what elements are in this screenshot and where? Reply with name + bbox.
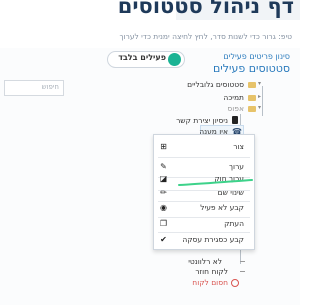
filter-link[interactable]: סינון פריטים פעילים xyxy=(223,52,290,61)
edit-icon: ✎ xyxy=(160,162,167,171)
menu-item-rename[interactable]: ✏ שינוי שם xyxy=(154,185,254,201)
menu-item-label: קבע לא פעיל xyxy=(200,203,244,212)
search-input[interactable]: חיפוש xyxy=(4,80,64,96)
copy-icon: ❐ xyxy=(159,219,168,228)
toggle-label: פעילים בלבד xyxy=(118,53,166,62)
tree-connector xyxy=(240,271,245,272)
plus-box-icon: ⊞ xyxy=(160,142,167,151)
menu-item-copy[interactable]: ❐ העתק xyxy=(154,216,254,232)
folder-icon xyxy=(248,82,256,88)
block-icon xyxy=(231,279,239,287)
tree-node-folder[interactable]: תמיכה xyxy=(223,93,244,102)
menu-item-label: שינוי שם xyxy=(217,188,244,197)
check-circle-icon: ✔ xyxy=(160,235,167,244)
tree-node-folder[interactable]: אפוס xyxy=(227,104,244,113)
section-title: סטטוסים פעילים xyxy=(212,62,290,75)
menu-separator xyxy=(158,157,250,158)
menu-item-label: קבע כסגירת עסקה xyxy=(182,235,244,244)
collapse-icon[interactable]: ▾ xyxy=(258,104,261,111)
menu-item-create[interactable]: ⊞ צור xyxy=(154,139,254,155)
folder-icon xyxy=(248,95,256,101)
tree-node-returning-customer[interactable]: לקוח חוזר xyxy=(195,267,228,276)
tree-connector xyxy=(240,261,245,262)
toggle-knob xyxy=(168,53,181,66)
phone-icon xyxy=(232,116,238,124)
pencil-icon: ✏ xyxy=(160,188,167,197)
eye-off-icon: ◉ xyxy=(160,203,167,212)
context-menu: ⊞ צור ✎ ערוך ◪ ערוך חוק ✏ שינוי שם ◉ קבע… xyxy=(153,134,255,250)
edit-rule-icon: ◪ xyxy=(159,174,168,183)
menu-item-set-inactive[interactable]: ◉ קבע לא פעיל xyxy=(154,200,254,216)
page-title: דף ניהול סטטוסים xyxy=(117,0,294,18)
expand-icon[interactable]: ▸ xyxy=(258,93,261,100)
active-only-toggle[interactable]: פעילים בלבד xyxy=(107,51,185,68)
menu-item-label: העתק xyxy=(224,219,244,228)
highlight-stroke xyxy=(178,179,253,186)
menu-item-label: צור xyxy=(233,142,244,151)
collapse-icon[interactable]: ▾ xyxy=(258,80,261,87)
tree-connector xyxy=(262,86,263,116)
menu-item-label: ערוך xyxy=(229,162,244,171)
page-subtitle: טיפ: גרור כדי לשנות סדר, לחץ לחיצה ימנית… xyxy=(119,32,292,41)
tree-node-not-relevant[interactable]: לא רלוונטי xyxy=(188,257,222,266)
tree-node-contact[interactable]: ניסיון יצירת קשר xyxy=(176,116,228,125)
menu-item-set-closing[interactable]: ✔ קבע כסגירת עסקה xyxy=(154,232,254,248)
tree-node-block-customer[interactable]: חסום לקוח xyxy=(192,278,228,287)
search-placeholder: חיפוש xyxy=(41,83,59,91)
folder-icon xyxy=(248,106,256,112)
tree-node-root[interactable]: סטטוסים גלובליים xyxy=(187,80,244,89)
